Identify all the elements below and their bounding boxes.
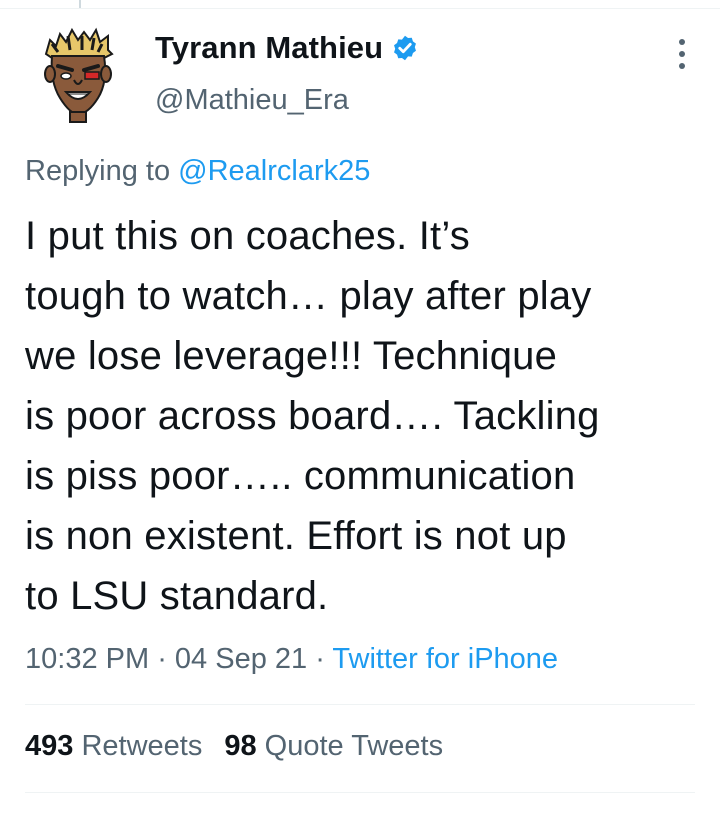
display-name-text[interactable]: Tyrann Mathieu <box>155 30 383 66</box>
top-divider <box>0 8 720 9</box>
stats-top-divider <box>25 704 695 705</box>
tweet-line: is non existent. Effort is not up <box>25 514 567 558</box>
tweet-meta: 10:32 PM · 04 Sep 21 · Twitter for iPhon… <box>25 643 558 676</box>
tweet-line: is piss poor….. communication <box>25 454 576 498</box>
quote-tweets-label: Quote Tweets <box>264 730 444 762</box>
reply-mention-link[interactable]: @Realrclark25 <box>178 155 370 187</box>
quote-tweets-count: 98 <box>224 730 257 762</box>
meta-separator: · <box>149 643 175 675</box>
tweet-line: I put this on coaches. It’s <box>25 214 470 258</box>
replying-to-prefix: Replying to <box>25 155 171 187</box>
retweets-stat[interactable]: 493 Retweets <box>25 730 202 762</box>
meta-separator: · <box>307 643 333 675</box>
retweets-label: Retweets <box>81 730 203 762</box>
avatar[interactable] <box>38 24 118 124</box>
retweets-count: 493 <box>25 730 74 762</box>
tweet-line: to LSU standard. <box>25 574 329 618</box>
tweet-line: we lose leverage!!! Technique <box>25 334 558 378</box>
thread-connector-line <box>79 0 81 8</box>
quote-tweets-stat[interactable]: 98 Quote Tweets <box>224 730 443 762</box>
tweet-date[interactable]: 04 Sep 21 <box>175 643 307 675</box>
more-options-icon[interactable] <box>672 36 692 72</box>
author-display-name[interactable]: Tyrann Mathieu <box>155 30 419 66</box>
tweet-time[interactable]: 10:32 PM <box>25 643 149 675</box>
tweet-stats: 493 Retweets 98 Quote Tweets <box>25 730 443 763</box>
tweet-text: I put this on coaches. It’s tough to wat… <box>25 206 710 626</box>
tweet-line: is poor across board…. Tackling <box>25 394 600 438</box>
author-handle[interactable]: @Mathieu_Era <box>155 84 349 117</box>
verified-badge-icon <box>394 35 417 61</box>
tweet-line: tough to watch… play after play <box>25 274 592 318</box>
stats-bottom-divider <box>25 792 695 793</box>
tweet-source-link[interactable]: Twitter for iPhone <box>332 643 558 675</box>
replying-to: Replying to @Realrclark25 <box>25 155 370 188</box>
